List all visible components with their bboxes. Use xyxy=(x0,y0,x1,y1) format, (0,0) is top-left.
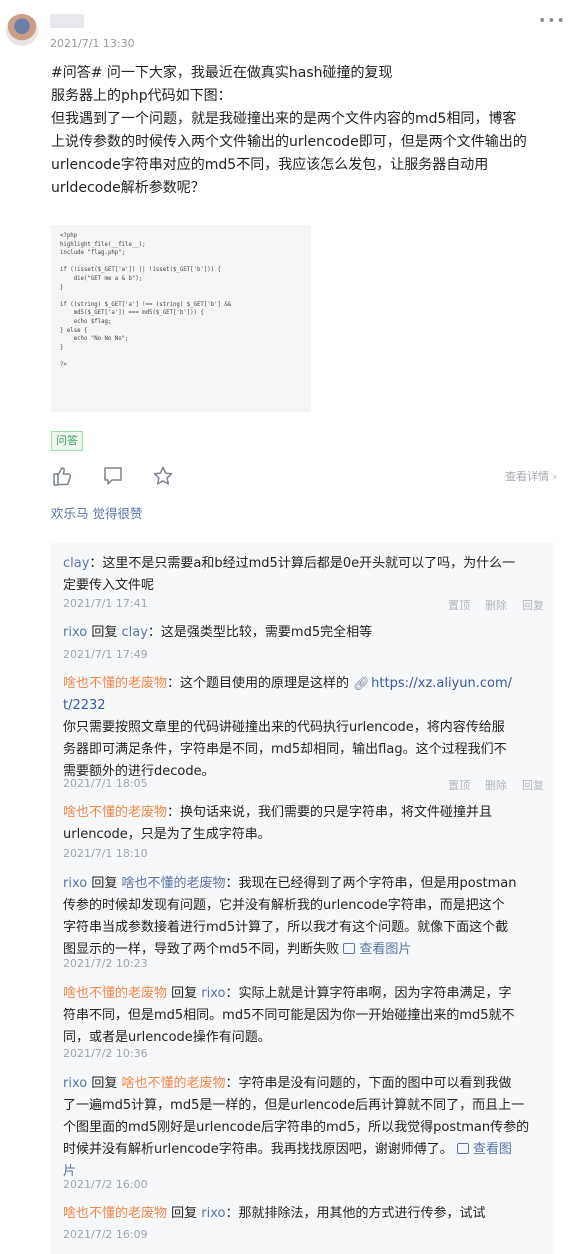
liked-user[interactable]: 欢乐马 xyxy=(51,506,89,521)
topic-tag[interactable]: 问答 xyxy=(51,431,83,451)
comment: 啥也不懂的老废物 回复 rixo：实际上就是计算字符串啊，因为字符串满足，字 符… xyxy=(63,983,545,1049)
reply-target-user[interactable]: rixo xyxy=(201,1206,225,1221)
reply-target-user[interactable]: rixo xyxy=(201,986,225,1001)
reply-word: 回复 xyxy=(87,1076,122,1091)
reply-target-user[interactable]: clay xyxy=(121,625,147,640)
more-icon[interactable]: ••• xyxy=(538,14,565,28)
comment-user[interactable]: 啥也不懂的老废物 xyxy=(63,676,167,691)
liked-by: 欢乐马 觉得很赞 xyxy=(51,503,143,522)
comment-section: clay：这里不是只需要a和b经过md5计算后都是0e开头就可以了吗，为什么一 … xyxy=(51,543,554,1254)
view-details-link[interactable]: 查看详情 › xyxy=(505,468,557,484)
post-line: urldecode解析参数呢？ xyxy=(51,180,205,196)
comment: clay：这里不是只需要a和b经过md5计算后都是0e开头就可以了吗，为什么一 … xyxy=(63,553,545,597)
comment-text: ：我现在已经得到了两个字符串，但是用postman xyxy=(225,876,517,891)
reply-word: 回复 xyxy=(167,986,202,1001)
reply-button[interactable]: 回复 xyxy=(522,599,544,612)
view-image-label: 查看图 xyxy=(472,1142,512,1157)
username-redacted[interactable] xyxy=(50,14,84,28)
comment: rixo 回复 啥也不懂的老废物：我现在已经得到了两个字符串，但是用postma… xyxy=(63,873,545,961)
post-time: 2021/7/1 13:30 xyxy=(50,37,135,50)
comment-time: 2021/7/1 18:10 xyxy=(63,847,148,860)
comment-text: 个图里面的md5刚好是urlencode后字符串的md5，所以我觉得postma… xyxy=(63,1120,530,1135)
delete-button[interactable]: 删除 xyxy=(485,779,507,792)
post-line: 上说传参数的时候传入两个文件输出的urlencode即可，但是两个文件输出的 xyxy=(51,134,527,150)
reply-word: 回复 xyxy=(167,1206,202,1221)
thumbs-up-icon[interactable] xyxy=(51,465,73,487)
reply-target-user[interactable]: 啥也不懂的老废物 xyxy=(121,876,225,891)
post-line: 但我遇到了一个问题，就是我碰撞出来的是两个文件内容的md5相同，博客 xyxy=(51,111,517,127)
comment-text: 图显示的一样，导致了两个md5不同，判断失败 xyxy=(63,942,344,957)
delete-button[interactable]: 删除 xyxy=(485,599,507,612)
comment: 啥也不懂的老废物：换句话来说，我们需要的只是字符串，将文件碰撞并且 urlenc… xyxy=(63,802,545,846)
comment-text: 字符串当成参数接着进行md5计算了，所以我才有这个问题。就像下面这个截 xyxy=(63,920,509,935)
star-icon[interactable] xyxy=(152,465,174,487)
comment-ops: 置顶 删除 回复 xyxy=(433,597,544,613)
reply-target-user[interactable]: 啥也不懂的老废物 xyxy=(121,1076,225,1091)
comment-time: 2021/7/2 16:00 xyxy=(63,1178,148,1191)
comment-text: 了一遍md5计算，md5是一样的，但是urlencode后再计算就不同了，而且上… xyxy=(63,1098,525,1113)
comment-text: ：实际上就是计算字符串啊，因为字符串满足，字 xyxy=(225,986,512,1001)
comment-text: 同，或者是urlencode操作有问题。 xyxy=(63,1030,271,1045)
comment-time: 2021/7/1 17:41 xyxy=(63,597,148,610)
comment-user[interactable]: 啥也不懂的老废物 xyxy=(63,805,167,820)
post-content: #问答# 问一下大家，我最近在做真实hash碰撞的复现 服务器上的php代码如下… xyxy=(51,62,557,200)
comment-user[interactable]: rixo xyxy=(63,1076,87,1091)
comment-user[interactable]: rixo xyxy=(63,625,87,640)
reply-button[interactable]: 回复 xyxy=(522,779,544,792)
comment-ops: 置顶 删除 回复 xyxy=(433,777,544,793)
comment-text: ：那就排除法，用其他的方式进行传参，试试 xyxy=(225,1206,486,1221)
reply-word: 回复 xyxy=(87,625,122,640)
comment: rixo 回复 clay：这是强类型比较，需要md5完全相等 xyxy=(63,622,545,644)
comment-user[interactable]: 啥也不懂的老废物 xyxy=(63,1206,167,1221)
post-line: #问答# 问一下大家，我最近在做真实hash碰撞的复现 xyxy=(51,65,393,81)
comment-text: urlencode，只是为了生成字符串。 xyxy=(63,827,271,842)
comment-text: 你只需要按照文章里的代码讲碰撞出来的代码执行urlencode，将内容传给服 xyxy=(63,720,505,735)
pin-button[interactable]: 置顶 xyxy=(448,599,470,612)
article-link[interactable]: https://xz.aliyun.com/ xyxy=(371,676,512,691)
comment-time: 2021/7/1 18:05 xyxy=(63,777,148,790)
comment-text: ：这是强类型比较，需要md5完全相等 xyxy=(147,625,373,640)
link-icon: 🔗︎ xyxy=(353,677,370,692)
comment-text: 务器即可满足条件，字符串是不同，md5却相同，输出flag。这个过程我们不 xyxy=(63,742,507,757)
comment-icon[interactable] xyxy=(102,465,124,487)
comment-text: 定要传入文件呢 xyxy=(63,578,155,593)
comment-time: 2021/7/2 10:23 xyxy=(63,957,148,970)
comment-text: ：换句话来说，我们需要的只是字符串，将文件碰撞并且 xyxy=(167,805,493,820)
post-actions: 查看详情 › xyxy=(51,463,557,489)
comment-user[interactable]: clay xyxy=(63,556,89,571)
comment-text: 符串不同，但是md5相同。md5不同可能是因为你一开始碰撞出来的md5就不 xyxy=(63,1008,515,1023)
comment-text: 传参的时候却发现有问题，它并没有解析我的urlencode字符串，而是把这个 xyxy=(63,898,505,913)
view-image-label: 查看图片 xyxy=(359,942,412,957)
image-icon xyxy=(343,943,356,954)
post-header: 2021/7/1 13:30 ••• xyxy=(0,0,572,60)
comment: 啥也不懂的老废物 回复 rixo：那就排除法，用其他的方式进行传参，试试 xyxy=(63,1203,545,1225)
comment-text: ：这个题目使用的原理是这样的 xyxy=(167,676,354,691)
comment-user[interactable]: rixo xyxy=(63,876,87,891)
php-code: <?php highlight_file(__file__); include … xyxy=(60,233,232,368)
image-icon xyxy=(456,1143,469,1154)
avatar[interactable] xyxy=(6,14,38,46)
post-line: 服务器上的php代码如下图： xyxy=(51,88,232,104)
comment: rixo 回复 啥也不懂的老废物：字符串是没有问题的，下面的图中可以看到我做 了… xyxy=(63,1073,545,1183)
pin-button[interactable]: 置顶 xyxy=(448,779,470,792)
comment-time: 2021/7/2 10:36 xyxy=(63,1047,148,1060)
comment-user[interactable]: 啥也不懂的老废物 xyxy=(63,986,167,1001)
liked-suffix: 觉得很赞 xyxy=(88,506,143,521)
comment-time: 2021/7/1 17:49 xyxy=(63,648,148,661)
comment-text: ：字符串是没有问题的，下面的图中可以看到我做 xyxy=(225,1076,512,1091)
reply-word: 回复 xyxy=(87,876,122,891)
comment-time: 2021/7/2 16:09 xyxy=(63,1228,148,1241)
php-code-screenshot[interactable]: <?php highlight_file(__file__); include … xyxy=(51,225,311,412)
comment-text: 时候并没有解析urlencode字符串。我再找找原因吧，谢谢师傅了。 xyxy=(63,1142,457,1157)
comment-text: ：这里不是只需要a和b经过md5计算后都是0e开头就可以了吗，为什么一 xyxy=(89,556,516,571)
comment: 啥也不懂的老废物：这个题目使用的原理是这样的 🔗︎https://xz.aliy… xyxy=(63,673,545,783)
post-line: urlencode字符串对应的md5不同，我应该怎么发包，让服务器自动用 xyxy=(51,157,489,173)
view-image-link[interactable]: 查看图片 xyxy=(343,942,411,957)
view-image-link[interactable]: 查看图 xyxy=(456,1142,512,1157)
article-link-cont[interactable]: t/2232 xyxy=(63,695,545,717)
